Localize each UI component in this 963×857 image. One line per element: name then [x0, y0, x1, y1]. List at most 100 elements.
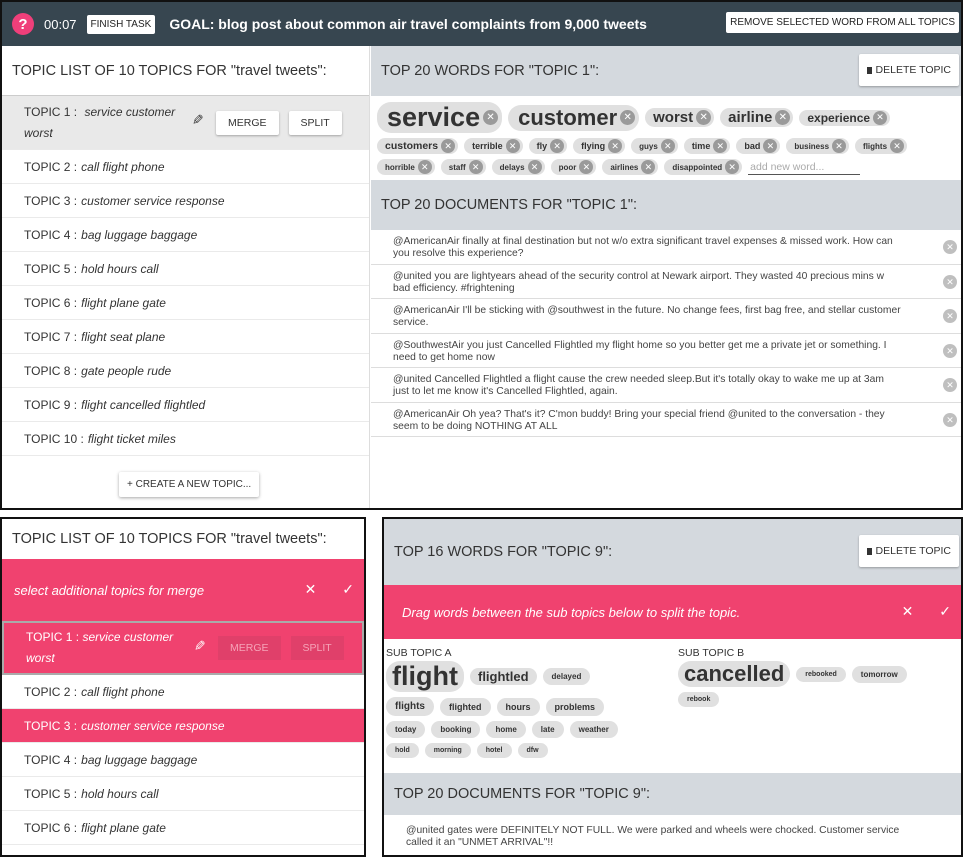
topic-item-2[interactable]: TOPIC 2 : call flight phone — [2, 675, 364, 709]
word-chip[interactable]: hold — [386, 743, 419, 758]
word-chip[interactable]: home — [486, 721, 526, 738]
remove-word-icon[interactable]: ✕ — [417, 160, 432, 174]
word-chip[interactable]: booking — [431, 721, 481, 738]
word-chip[interactable]: flighted — [440, 697, 491, 716]
remove-word-icon[interactable]: ✕ — [890, 139, 905, 153]
remove-word-icon[interactable]: ✕ — [579, 160, 594, 174]
word-chip[interactable]: tomorrow — [851, 665, 907, 683]
edit-pencil-icon[interactable]: ✎ — [191, 639, 208, 657]
topic-item-7[interactable]: TOPIC 7 : flight seat plane — [2, 320, 369, 354]
word-chip[interactable]: today — [386, 721, 426, 738]
word-chip[interactable]: terrible ✕ — [464, 138, 523, 154]
topic-item-3[interactable]: TOPIC 3 : customer service response — [2, 184, 369, 218]
remove-word-all-topics-button[interactable]: REMOVE SELECTED WORD FROM ALL TOPICS — [726, 12, 959, 33]
remove-word-icon[interactable]: ✕ — [763, 139, 778, 153]
topic-item-2[interactable]: TOPIC 2 : call flight phone — [2, 150, 369, 184]
sub-topic-a-label: SUB TOPIC A — [386, 647, 452, 659]
word-chip[interactable]: business ✕ — [786, 138, 850, 154]
word-chip[interactable]: airlines ✕ — [602, 159, 659, 175]
word-chip[interactable]: hotel — [476, 743, 512, 758]
help-icon[interactable]: ? — [12, 13, 34, 35]
word-chip[interactable]: horrible ✕ — [377, 159, 435, 175]
word-chip[interactable]: hours — [496, 697, 540, 716]
word-chip[interactable]: bad ✕ — [736, 138, 781, 154]
delete-topic-button[interactable]: DELETE TOPIC — [858, 535, 959, 567]
word-chip[interactable]: time ✕ — [683, 138, 731, 154]
word-chip[interactable]: flightled — [469, 668, 537, 685]
remove-word-icon[interactable]: ✕ — [608, 139, 623, 153]
word-chip[interactable]: guys ✕ — [631, 138, 678, 154]
word-chip[interactable]: rebook — [678, 692, 720, 707]
split-button[interactable]: SPLIT — [288, 110, 342, 135]
topic-item-3[interactable]: TOPIC 3 : customer service response — [2, 709, 364, 743]
topic-item-4[interactable]: TOPIC 4 : bag luggage baggage — [2, 743, 364, 777]
finish-task-button[interactable]: FINISH TASK — [86, 14, 156, 34]
topic-item-9[interactable]: TOPIC 9 : flight cancelled flightled — [2, 388, 369, 422]
edit-pencil-icon[interactable]: ✎ — [189, 114, 206, 132]
remove-word-icon[interactable]: ✕ — [775, 110, 791, 125]
topic-item-8[interactable]: TOPIC 8 : gate people rude — [2, 354, 369, 388]
remove-word-icon[interactable]: ✕ — [696, 110, 712, 125]
remove-word-icon[interactable]: ✕ — [441, 139, 456, 153]
remove-word-icon[interactable]: ✕ — [660, 139, 675, 153]
topic-item-5[interactable]: TOPIC 5 : hold hours call — [2, 777, 364, 811]
word-chip[interactable]: flights — [386, 697, 434, 716]
word-chip[interactable]: problems — [545, 697, 605, 716]
word-chip[interactable]: fly ✕ — [528, 138, 568, 154]
word-chip[interactable]: morning — [424, 743, 471, 758]
remove-word-icon[interactable]: ✕ — [505, 139, 520, 153]
check-icon[interactable]: ✓ — [939, 603, 951, 619]
task-timer: 00:07 — [44, 16, 77, 32]
remove-document-icon[interactable]: ✕ — [943, 412, 957, 427]
word-chip[interactable]: flights ✕ — [855, 138, 908, 154]
add-word-input[interactable]: add new word... — [748, 160, 861, 175]
topic-item-5[interactable]: TOPIC 5 : hold hours call — [2, 252, 369, 286]
merge-actions: ✕ ✓ — [283, 581, 354, 598]
topic-item-6[interactable]: TOPIC 6 : flight plane gate — [2, 811, 364, 845]
close-icon[interactable]: ✕ — [305, 581, 317, 597]
remove-document-icon[interactable]: ✕ — [943, 240, 957, 254]
remove-word-icon[interactable]: ✕ — [832, 139, 847, 153]
remove-word-icon[interactable]: ✕ — [527, 160, 542, 174]
word-chip[interactable]: staff ✕ — [440, 159, 486, 175]
word-chip[interactable]: flight — [386, 661, 464, 692]
word-chip[interactable]: delays ✕ — [491, 159, 545, 175]
remove-word-icon[interactable]: ✕ — [620, 110, 636, 125]
word-chip[interactable]: customers ✕ — [377, 138, 459, 154]
topic-item-1[interactable]: TOPIC 1 : service customer worst ✎ MERGE… — [2, 96, 369, 150]
check-icon[interactable]: ✓ — [342, 581, 354, 597]
remove-word-icon[interactable]: ✕ — [468, 160, 483, 174]
word-chip[interactable]: flying ✕ — [573, 138, 626, 154]
word-chip[interactable]: customer ✕ — [508, 104, 640, 131]
word-chip[interactable]: airline ✕ — [720, 108, 794, 127]
merge-button[interactable]: MERGE — [216, 110, 279, 135]
remove-word-icon[interactable]: ✕ — [483, 110, 499, 125]
word-chip[interactable]: late — [531, 721, 564, 738]
word-chip[interactable]: weather — [569, 721, 618, 738]
delete-topic-button[interactable]: DELETE TOPIC — [858, 54, 959, 86]
remove-word-icon[interactable]: ✕ — [713, 139, 728, 153]
topic-item-4[interactable]: TOPIC 4 : bag luggage baggage — [2, 218, 369, 252]
word-chip[interactable]: rebooked — [796, 666, 846, 682]
topic-item-1[interactable]: TOPIC 1 : service customer worst ✎ MERGE… — [2, 621, 364, 675]
remove-document-icon[interactable]: ✕ — [943, 274, 957, 289]
word-chip[interactable]: worst ✕ — [645, 108, 715, 127]
remove-word-icon[interactable]: ✕ — [725, 160, 740, 174]
word-chip[interactable]: dfw — [517, 743, 548, 758]
word-chip[interactable]: disappointed ✕ — [664, 159, 743, 175]
word-chip[interactable]: experience ✕ — [799, 109, 891, 126]
word-chip[interactable]: poor ✕ — [550, 159, 597, 175]
remove-document-icon[interactable]: ✕ — [943, 378, 957, 392]
remove-word-icon[interactable]: ✕ — [550, 139, 565, 153]
word-chip[interactable]: delayed — [542, 668, 591, 685]
word-chip[interactable]: cancelled — [678, 661, 791, 687]
topic-item-6[interactable]: TOPIC 6 : flight plane gate — [2, 286, 369, 320]
topic-item-10[interactable]: TOPIC 10 : flight ticket miles — [2, 422, 369, 456]
word-chip[interactable]: service ✕ — [377, 102, 503, 133]
remove-word-icon[interactable]: ✕ — [641, 160, 656, 174]
remove-word-icon[interactable]: ✕ — [873, 110, 888, 125]
remove-document-icon[interactable]: ✕ — [943, 343, 957, 358]
create-topic-button[interactable]: + CREATE A NEW TOPIC... — [119, 472, 260, 497]
close-icon[interactable]: ✕ — [902, 603, 914, 619]
remove-document-icon[interactable]: ✕ — [943, 309, 957, 323]
